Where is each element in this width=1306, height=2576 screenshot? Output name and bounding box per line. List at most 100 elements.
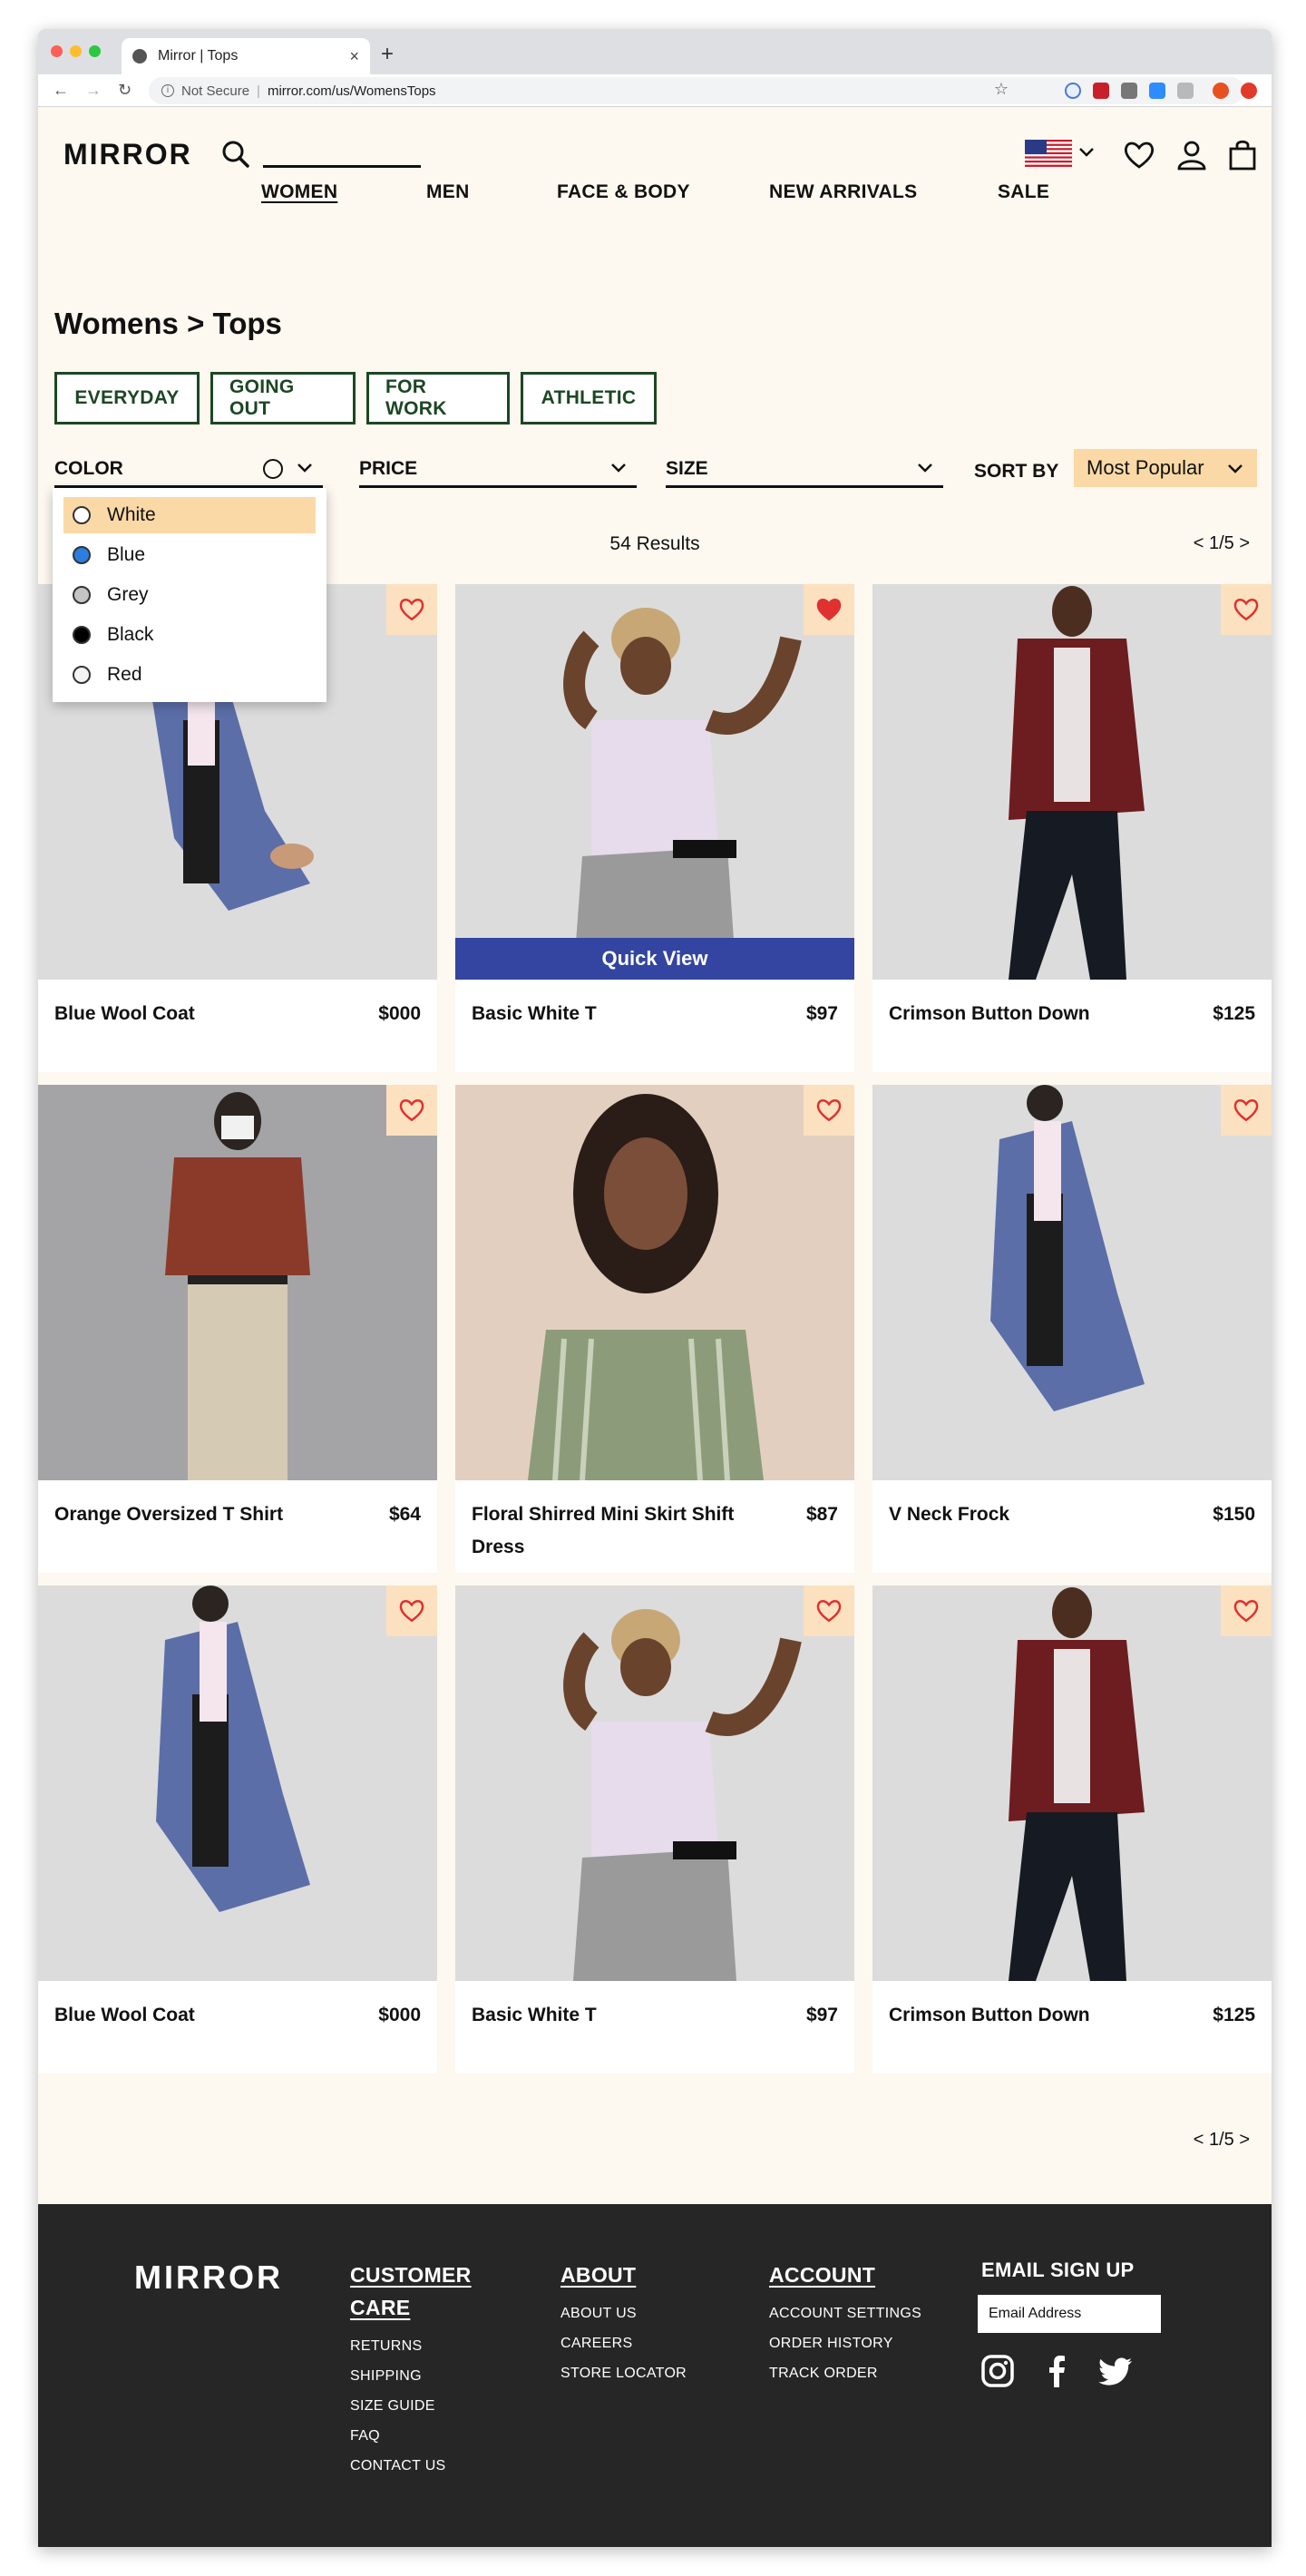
color-filter[interactable]: COLOR [54, 452, 323, 488]
footer-heading[interactable]: CUSTOMER CARE [350, 2259, 472, 2324]
footer-link-order-history[interactable]: ORDER HISTORY [769, 2328, 921, 2358]
product-image[interactable] [455, 1586, 854, 1981]
favorite-button[interactable] [804, 584, 854, 635]
product-card[interactable]: Blue Wool Coat $000 [38, 1586, 437, 2073]
product-image[interactable] [38, 1586, 437, 1981]
nav-new-arrivals[interactable]: NEW ARRIVALS [769, 181, 917, 203]
footer-link-track-order[interactable]: TRACK ORDER [769, 2358, 921, 2388]
search-input[interactable] [263, 165, 421, 168]
product-name[interactable]: Basic White T [472, 998, 744, 1030]
footer-link-returns[interactable]: RETURNS [350, 2331, 472, 2361]
quick-view-button[interactable]: Quick View [455, 938, 854, 980]
footer-logo[interactable]: MIRROR [134, 2259, 283, 2297]
chevron-down-icon[interactable] [1077, 143, 1096, 166]
close-tab-icon[interactable]: × [349, 47, 359, 66]
footer-link-account-settings[interactable]: ACCOUNT SETTINGS [769, 2298, 921, 2328]
minimize-window-icon[interactable] [70, 45, 82, 57]
footer-link-contact-us[interactable]: CONTACT US [350, 2451, 472, 2481]
browser-tab[interactable]: Mirror | Tops × [122, 38, 370, 74]
chip-going-out[interactable]: GOING OUT [210, 372, 356, 424]
footer-link-faq[interactable]: FAQ [350, 2421, 472, 2451]
product-image[interactable] [38, 1085, 437, 1480]
product-name[interactable]: Blue Wool Coat [54, 998, 326, 1030]
product-image[interactable] [872, 584, 1272, 980]
favorite-button[interactable] [1221, 584, 1272, 635]
favorite-button[interactable] [804, 1085, 854, 1136]
color-option-grey[interactable]: Grey [63, 577, 316, 613]
product-card[interactable]: Floral Shirred Mini Skirt Shift Dress $8… [455, 1085, 854, 1573]
product-name[interactable]: V Neck Frock [889, 1498, 1161, 1531]
extension-icon[interactable] [1121, 83, 1137, 99]
footer-link-size-guide[interactable]: SIZE GUIDE [350, 2391, 472, 2421]
profile-avatar[interactable] [1213, 83, 1229, 99]
favorite-button[interactable] [1221, 1586, 1272, 1636]
instagram-icon[interactable] [980, 2353, 1016, 2389]
footer-link-store-locator[interactable]: STORE LOCATOR [560, 2358, 687, 2388]
footer-heading[interactable]: ACCOUNT [769, 2259, 921, 2291]
product-name[interactable]: Floral Shirred Mini Skirt Shift Dress [472, 1498, 744, 1564]
product-card[interactable]: Crimson Button Down $125 [872, 1586, 1272, 2073]
back-icon[interactable]: ← [53, 81, 69, 100]
nav-face-body[interactable]: FACE & BODY [557, 181, 690, 203]
maximize-window-icon[interactable] [89, 45, 101, 57]
footer-link-about-us[interactable]: ABOUT US [560, 2298, 687, 2328]
pagination-top[interactable]: < 1/5 > [1194, 533, 1250, 554]
shopping-bag-icon[interactable] [1226, 138, 1259, 172]
facebook-icon[interactable] [1039, 2353, 1076, 2389]
new-tab-icon[interactable]: + [381, 42, 394, 67]
extension-icon[interactable] [1177, 83, 1194, 99]
color-option-blue[interactable]: Blue [63, 537, 316, 573]
close-window-icon[interactable] [51, 45, 63, 57]
product-name[interactable]: Orange Oversized T Shirt [54, 1498, 326, 1531]
color-option-red[interactable]: Red [63, 657, 316, 693]
favorite-button[interactable] [386, 584, 437, 635]
search-icon[interactable] [219, 138, 252, 171]
color-option-white[interactable]: White [63, 497, 316, 533]
account-icon[interactable] [1175, 138, 1208, 172]
us-flag-icon[interactable] [1025, 140, 1072, 167]
email-input[interactable]: Email Address [978, 2295, 1161, 2333]
heart-icon[interactable] [1123, 138, 1155, 172]
product-image[interactable] [455, 1085, 854, 1480]
update-icon[interactable] [1241, 83, 1257, 99]
nav-women[interactable]: WOMEN [261, 181, 337, 203]
info-icon[interactable]: i [161, 84, 174, 97]
product-card[interactable]: V Neck Frock $150 [872, 1085, 1272, 1573]
extension-icon[interactable] [1093, 83, 1109, 99]
nav-men[interactable]: MEN [426, 181, 470, 203]
product-card[interactable]: Orange Oversized T Shirt $64 [38, 1085, 437, 1573]
chip-athletic[interactable]: ATHLETIC [521, 372, 657, 424]
footer-link-shipping[interactable]: SHIPPING [350, 2361, 472, 2391]
chip-for-work[interactable]: FOR WORK [366, 372, 510, 424]
color-option-black[interactable]: Black [63, 617, 316, 653]
nav-sale[interactable]: SALE [998, 181, 1049, 203]
footer-link-careers[interactable]: CAREERS [560, 2328, 687, 2358]
product-image[interactable] [872, 1085, 1272, 1480]
product-card[interactable]: Crimson Button Down $125 [872, 584, 1272, 1072]
product-image[interactable]: Quick View [455, 584, 854, 980]
bookmark-star-icon[interactable]: ☆ [994, 80, 1009, 99]
footer-heading[interactable]: ABOUT [560, 2259, 687, 2291]
sort-select[interactable]: Most Popular [1074, 449, 1257, 487]
product-name[interactable]: Crimson Button Down [889, 1999, 1161, 2032]
favorite-button[interactable] [386, 1586, 437, 1636]
url-text[interactable]: mirror.com/us/WomensTops [268, 83, 436, 99]
extension-icon[interactable] [1149, 83, 1165, 99]
product-card[interactable]: Basic White T $97 [455, 1586, 854, 2073]
product-image[interactable] [872, 1586, 1272, 1981]
reload-icon[interactable]: ↻ [118, 81, 132, 100]
favorite-button[interactable] [804, 1586, 854, 1636]
site-logo[interactable]: MIRROR [63, 138, 192, 171]
product-card[interactable]: Quick View Basic White T $97 [455, 584, 854, 1072]
favorite-button[interactable] [1221, 1085, 1272, 1136]
product-name[interactable]: Crimson Button Down [889, 998, 1161, 1030]
chip-everyday[interactable]: EVERYDAY [54, 372, 200, 424]
favorite-button[interactable] [386, 1085, 437, 1136]
product-name[interactable]: Blue Wool Coat [54, 1999, 326, 2032]
forward-icon[interactable]: → [85, 81, 102, 100]
twitter-icon[interactable] [1097, 2353, 1134, 2389]
product-name[interactable]: Basic White T [472, 1999, 744, 2032]
extension-icon[interactable] [1065, 83, 1081, 99]
size-filter[interactable]: SIZE [666, 452, 943, 488]
price-filter[interactable]: PRICE [359, 452, 637, 488]
